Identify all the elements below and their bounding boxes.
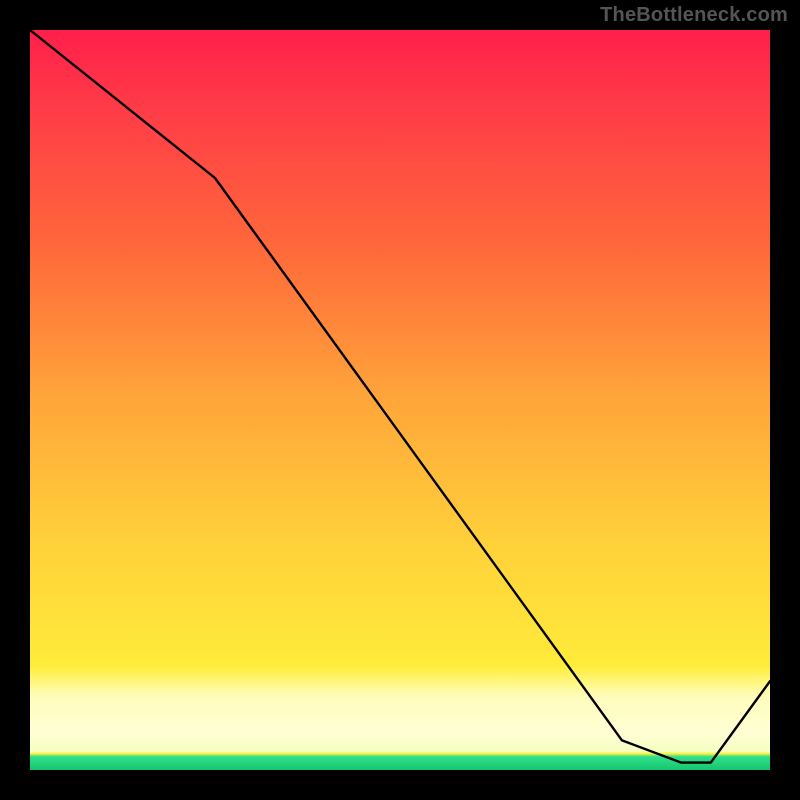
watermark-text: TheBottleneck.com — [600, 4, 788, 27]
chart-line-layer — [30, 30, 770, 770]
bottleneck-curve — [30, 30, 770, 763]
chart-frame: TheBottleneck.com — [0, 0, 800, 800]
plot-area — [30, 30, 770, 770]
